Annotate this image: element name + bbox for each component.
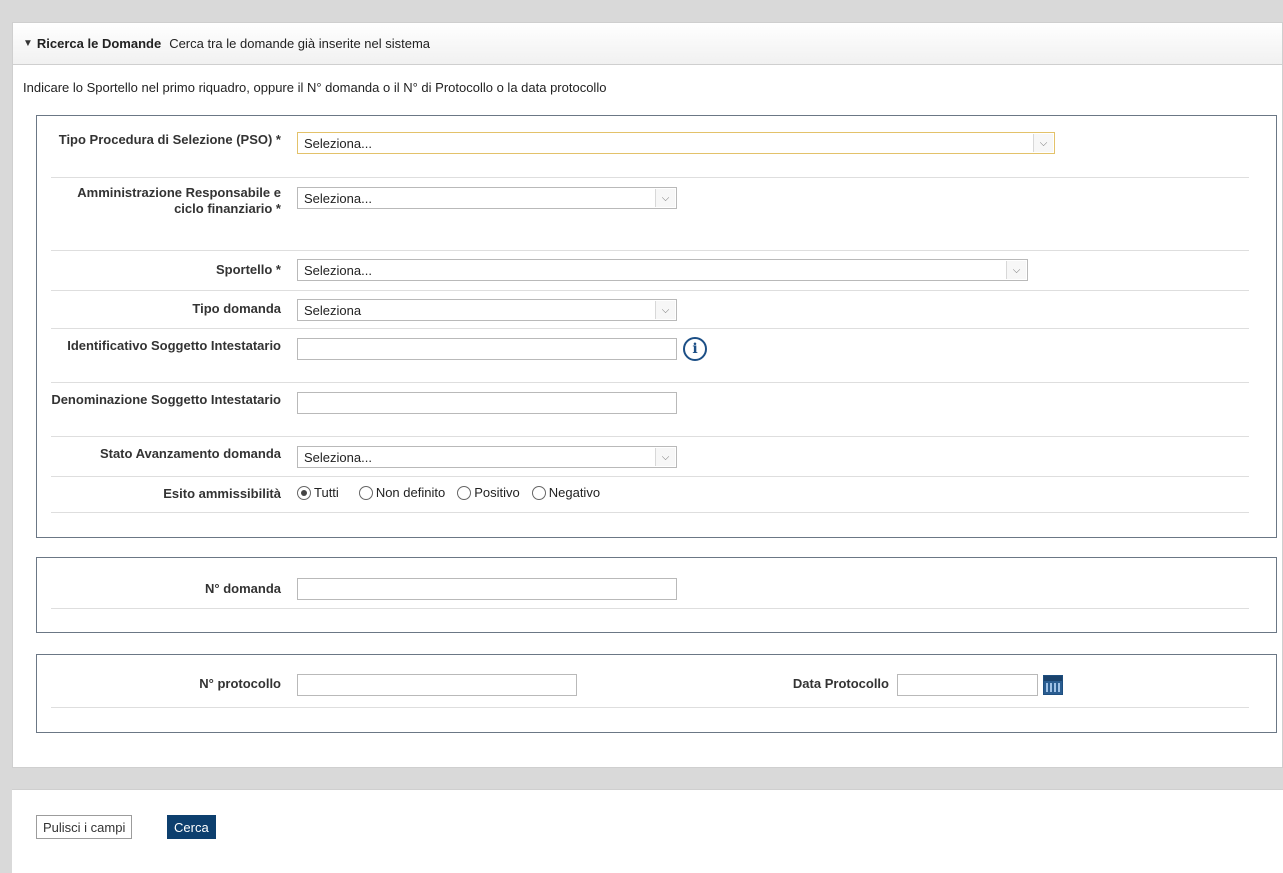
row-sportello: Sportello * Seleziona... ⌵	[51, 251, 1249, 291]
row-tipo-domanda: Tipo domanda Seleziona ⌵	[51, 291, 1249, 329]
panel-header: ▼ Ricerca le Domande Cerca tra le domand…	[13, 23, 1282, 65]
n-protocollo-label: N° protocollo	[199, 676, 281, 691]
data-protocollo-label: Data Protocollo	[792, 676, 889, 691]
radio-label: Negativo	[548, 485, 601, 500]
identificativo-label: Identificativo Soggetto Intestatario	[67, 338, 281, 353]
tipo-procedura-label: Tipo Procedura di Selezione (PSO) *	[58, 132, 281, 147]
row-denominazione: Denominazione Soggetto Intestatario	[51, 383, 1249, 437]
search-button[interactable]: Cerca	[167, 815, 216, 839]
row-identificativo: Identificativo Soggetto Intestatario i	[51, 329, 1249, 383]
radio-button[interactable]	[531, 485, 546, 500]
protocollo-fieldset: N° protocollo Data Protocollo	[36, 654, 1277, 733]
radio-non-definito[interactable]: Non definito	[358, 485, 446, 500]
stato-avanzamento-select[interactable]: Seleziona... ⌵	[297, 446, 677, 468]
radio-button[interactable]	[457, 485, 472, 500]
domanda-fieldset: N° domanda	[36, 557, 1277, 633]
amministrazione-select[interactable]: Seleziona... ⌵	[297, 187, 677, 209]
row-amministrazione: Amministrazione Responsabile e ciclo fin…	[51, 178, 1249, 251]
denominazione-input[interactable]	[297, 392, 677, 414]
sportello-fieldset: Tipo Procedura di Selezione (PSO) * Sele…	[36, 115, 1277, 538]
tipo-domanda-label: Tipo domanda	[192, 301, 281, 316]
sportello-label: Sportello *	[215, 262, 281, 277]
panel-subtitle: Cerca tra le domande già inserite nel si…	[169, 36, 431, 51]
instruction-text: Indicare lo Sportello nel primo riquadro…	[23, 80, 607, 95]
data-protocollo-input[interactable]	[897, 674, 1038, 696]
tipo-procedura-select[interactable]: Seleziona... ⌵	[297, 132, 1055, 154]
chevron-down-icon: ⌵	[1033, 134, 1053, 152]
chevron-down-icon: ⌵	[655, 301, 675, 319]
identificativo-input[interactable]	[297, 338, 677, 360]
info-icon[interactable]: i	[683, 337, 707, 361]
row-esito: Esito ammissibilità Tutti Non definito P…	[51, 477, 1249, 513]
tipo-domanda-value: Seleziona	[304, 302, 362, 318]
row-tipo-procedura: Tipo Procedura di Selezione (PSO) * Sele…	[51, 116, 1249, 178]
collapse-toggle-icon[interactable]: ▼	[23, 38, 33, 49]
radio-negativo[interactable]: Negativo	[531, 485, 601, 500]
sportello-select[interactable]: Seleziona... ⌵	[297, 259, 1028, 281]
chevron-down-icon: ⌵	[1006, 261, 1026, 279]
esito-label: Esito ammissibilità	[163, 486, 281, 501]
n-protocollo-input[interactable]	[297, 674, 577, 696]
search-panel: ▼ Ricerca le Domande Cerca tra le domand…	[12, 22, 1283, 768]
stato-avanzamento-label: Stato Avanzamento domanda	[99, 446, 281, 461]
row-stato-avanzamento: Stato Avanzamento domanda Seleziona... ⌵	[51, 437, 1249, 477]
tipo-procedura-value: Seleziona...	[304, 135, 372, 151]
esito-radio-group: Tutti Non definito Positivo Negativo	[297, 485, 612, 500]
stato-avanzamento-value: Seleziona...	[304, 449, 372, 465]
amministrazione-value: Seleziona...	[304, 190, 372, 206]
calendar-icon[interactable]	[1043, 675, 1063, 695]
tipo-domanda-select[interactable]: Seleziona ⌵	[297, 299, 677, 321]
n-domanda-input[interactable]	[297, 578, 677, 600]
denominazione-label: Denominazione Soggetto Intestatario	[51, 392, 281, 407]
radio-label: Positivo	[474, 485, 520, 500]
sportello-value: Seleziona...	[304, 262, 372, 278]
row-n-domanda: N° domanda	[51, 558, 1249, 609]
radio-button[interactable]	[358, 485, 373, 500]
radio-button-checked[interactable]	[297, 485, 311, 500]
panel-title[interactable]: Ricerca le Domande	[37, 36, 161, 51]
action-bar: Pulisci i campi Cerca	[12, 789, 1283, 873]
row-protocollo: N° protocollo Data Protocollo	[51, 655, 1249, 708]
radio-label: Tutti	[314, 485, 339, 500]
radio-tutti[interactable]: Tutti	[297, 485, 339, 500]
chevron-down-icon: ⌵	[655, 448, 675, 466]
radio-label: Non definito	[375, 485, 446, 500]
n-domanda-label: N° domanda	[205, 581, 281, 596]
chevron-down-icon: ⌵	[655, 189, 675, 207]
radio-positivo[interactable]: Positivo	[457, 485, 520, 500]
amministrazione-label: Amministrazione Responsabile e ciclo fin…	[77, 185, 281, 216]
clear-fields-button[interactable]: Pulisci i campi	[36, 815, 133, 839]
